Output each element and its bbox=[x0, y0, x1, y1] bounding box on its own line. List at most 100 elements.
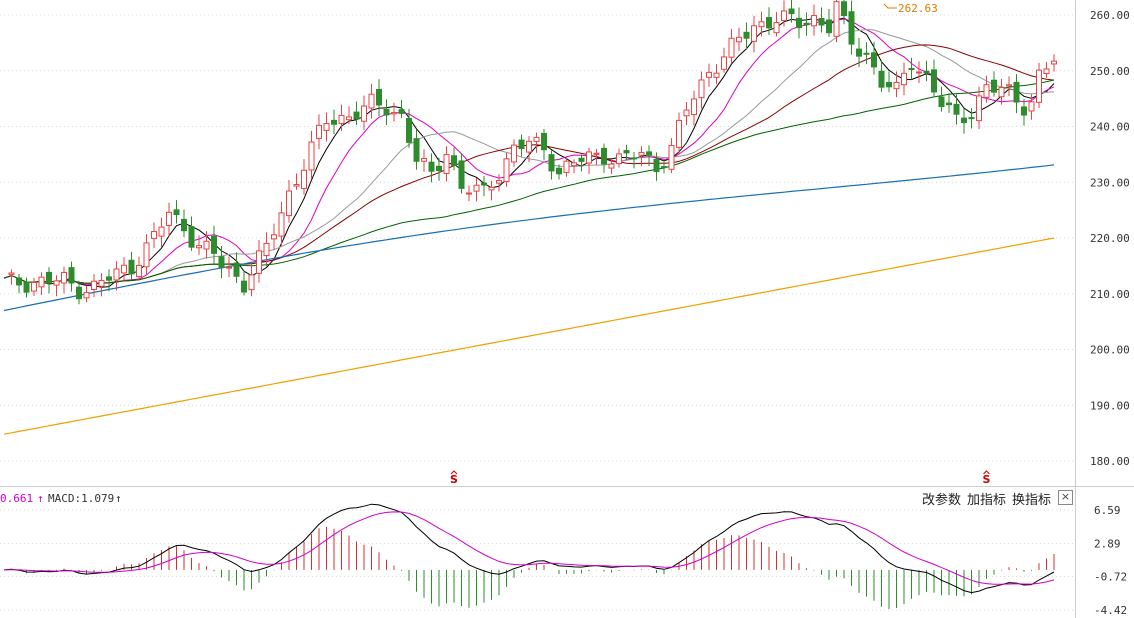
candle-body bbox=[1043, 68, 1050, 75]
candle-body bbox=[488, 186, 495, 191]
candle-body bbox=[211, 235, 217, 254]
candle-body bbox=[31, 281, 37, 292]
candle-body bbox=[638, 151, 645, 156]
candle-body bbox=[946, 102, 952, 106]
candle-body bbox=[556, 167, 562, 175]
candle-body bbox=[293, 183, 300, 187]
macd-tick-label: -4.42 bbox=[1094, 604, 1127, 617]
candle-body bbox=[91, 280, 97, 290]
candle-body bbox=[181, 218, 187, 232]
price-tick-label: 210.00 bbox=[1090, 288, 1130, 301]
candles bbox=[8, 0, 1057, 305]
candle-body bbox=[218, 256, 225, 268]
candle-body bbox=[886, 81, 892, 88]
candle-body bbox=[968, 117, 975, 120]
candle-body bbox=[46, 271, 52, 284]
candle-body bbox=[158, 226, 165, 237]
candle-body bbox=[991, 79, 997, 93]
candle-body bbox=[916, 71, 922, 74]
candle-body bbox=[76, 286, 82, 300]
candle-body bbox=[728, 37, 735, 58]
candle-body bbox=[278, 212, 285, 237]
candle-body bbox=[428, 161, 435, 172]
change-params-button[interactable]: 改参数 bbox=[922, 489, 961, 508]
candle-body bbox=[983, 84, 990, 98]
macd-value: MACD:1.079 bbox=[48, 492, 114, 505]
candle-body bbox=[61, 271, 67, 284]
dif-fragment: 0.661 bbox=[0, 492, 33, 505]
candle-body bbox=[203, 240, 210, 250]
candle-body bbox=[841, 1, 847, 17]
candle-body bbox=[1036, 69, 1042, 103]
candle-body bbox=[623, 150, 630, 154]
candle-body bbox=[361, 105, 367, 122]
candle-body bbox=[668, 145, 675, 170]
candle-body bbox=[721, 56, 727, 70]
candle-body bbox=[451, 155, 457, 166]
candle-body bbox=[241, 280, 247, 293]
macd-axis: 6.59 2.89 -0.72 -4.42 bbox=[1094, 504, 1127, 617]
candle-body bbox=[541, 132, 547, 151]
candle-body bbox=[661, 166, 667, 169]
candle-body bbox=[796, 17, 802, 29]
candle-body bbox=[263, 242, 270, 257]
price-axis: 260.00 250.00 240.00 230.00 220.00 210.00 200.… bbox=[1090, 9, 1130, 468]
candle-body bbox=[98, 279, 105, 287]
candle-body bbox=[743, 31, 750, 39]
close-icon[interactable]: × bbox=[1058, 490, 1073, 505]
macd-arrow-icon: ↑ bbox=[115, 492, 122, 505]
candle-body bbox=[803, 22, 810, 26]
peak-annotation: 262.63 bbox=[883, 2, 938, 15]
price-tick-label: 220.00 bbox=[1090, 232, 1130, 245]
candle-body bbox=[436, 165, 442, 172]
candle-body bbox=[833, 1, 840, 37]
candle-body bbox=[818, 18, 825, 26]
candle-body bbox=[751, 25, 757, 42]
candle-body bbox=[601, 147, 607, 165]
candle-body bbox=[1028, 101, 1035, 112]
candle-body bbox=[788, 8, 795, 15]
candle-body bbox=[346, 116, 352, 121]
candle-body bbox=[8, 272, 15, 275]
candle-body bbox=[1051, 60, 1057, 65]
candle-body bbox=[421, 157, 427, 162]
candle-body bbox=[646, 151, 652, 156]
candle-body bbox=[16, 277, 22, 286]
macd-panel bbox=[3, 503, 1055, 610]
candle-body bbox=[908, 67, 915, 70]
candle-body bbox=[398, 109, 405, 114]
stock-chart: 260.00 250.00 240.00 230.00 220.00 210.00 200.… bbox=[0, 0, 1134, 618]
candle-body bbox=[503, 158, 510, 182]
grid-lines bbox=[0, 14, 1075, 611]
candle-body bbox=[23, 281, 30, 293]
candle-body bbox=[893, 81, 900, 90]
candle-body bbox=[338, 114, 345, 124]
candle-body bbox=[856, 48, 862, 57]
candle-body bbox=[781, 10, 787, 21]
candle-body bbox=[256, 250, 262, 274]
candle-body bbox=[188, 226, 195, 248]
candle-body bbox=[616, 153, 622, 165]
candle-body bbox=[518, 139, 525, 150]
add-indicator-button[interactable]: 加指标 bbox=[967, 489, 1006, 508]
candle-body bbox=[766, 17, 772, 29]
candle-body bbox=[938, 96, 945, 108]
candle-body bbox=[143, 242, 150, 268]
candle-body bbox=[496, 180, 502, 184]
candle-body bbox=[136, 264, 142, 278]
candle-body bbox=[353, 111, 360, 120]
candle-body bbox=[586, 151, 592, 164]
price-tick-label: 230.00 bbox=[1090, 176, 1130, 189]
switch-indicator-button[interactable]: 换指标 bbox=[1012, 489, 1051, 508]
peak-arrow bbox=[883, 3, 897, 9]
candle-body bbox=[323, 123, 330, 131]
candle-body bbox=[128, 259, 135, 275]
candle-body bbox=[286, 190, 292, 217]
price-tick-label: 200.00 bbox=[1090, 344, 1130, 357]
candle-body bbox=[706, 71, 712, 78]
candle-body bbox=[1013, 81, 1020, 103]
candle-body bbox=[578, 157, 585, 162]
macd-tick-label: 2.89 bbox=[1094, 538, 1121, 551]
candle-body bbox=[53, 280, 60, 286]
candle-body bbox=[811, 15, 817, 27]
